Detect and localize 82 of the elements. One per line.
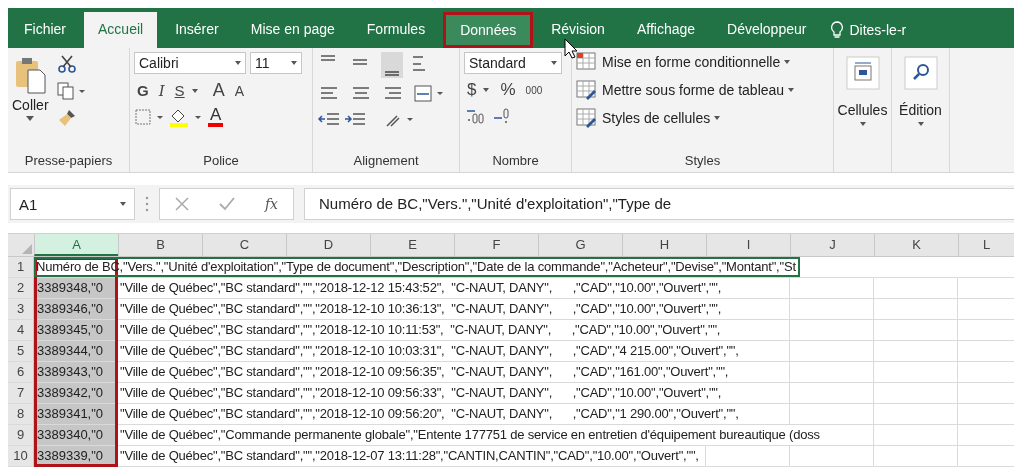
ribbon-tab[interactable]: Fichier: [10, 12, 80, 48]
table-cell: 3389348,"0: [34, 278, 118, 298]
ribbon-tab[interactable]: Mise en page: [236, 12, 349, 48]
shrink-font-button[interactable]: A: [231, 82, 247, 99]
grow-font-button[interactable]: A: [209, 80, 228, 101]
triangle-icon: [22, 244, 32, 254]
column-header[interactable]: E: [370, 234, 454, 256]
table-cell: 3389342,"0: [34, 383, 118, 403]
group-label: Nombre: [491, 152, 540, 170]
group-label: Police: [202, 152, 240, 170]
cells-button[interactable]: Cellules: [834, 48, 892, 172]
checkmark-icon[interactable]: [218, 197, 235, 211]
table-icon: [576, 52, 598, 72]
row-header[interactable]: 9: [8, 425, 34, 445]
table-cell: 3389341,"0: [34, 404, 118, 424]
name-box[interactable]: A1: [10, 188, 135, 220]
row-header[interactable]: 1: [8, 257, 34, 277]
group-label: Styles: [683, 152, 722, 170]
percent-button[interactable]: %: [497, 80, 519, 100]
styles-menu-button[interactable]: Styles de cellules: [576, 108, 829, 128]
ribbon-tab[interactable]: Développeur: [713, 12, 821, 48]
tell-me-search[interactable]: Dites-le-r: [830, 12, 907, 48]
group-label: Presse-papiers: [23, 152, 114, 170]
ribbon-tab[interactable]: Révision: [537, 12, 619, 48]
row-header[interactable]: 4: [8, 320, 34, 340]
scissors-icon[interactable]: [56, 54, 77, 74]
ribbon-tab[interactable]: Insérer: [161, 12, 233, 48]
cells-icon: [845, 56, 880, 90]
clipboard-icon: [13, 56, 48, 94]
currency-button[interactable]: $: [464, 80, 480, 100]
row-header[interactable]: 7: [8, 383, 34, 403]
table-icon: [576, 108, 598, 128]
ribbon-tab[interactable]: Formules: [352, 12, 440, 48]
row-header[interactable]: 2: [8, 278, 34, 298]
column-header[interactable]: G: [538, 234, 622, 256]
row-header[interactable]: 8: [8, 404, 34, 424]
grip-icon: [145, 196, 149, 212]
row-header[interactable]: 10: [8, 446, 34, 466]
thousands-button[interactable]: 000: [522, 84, 546, 96]
editing-button[interactable]: Édition: [892, 48, 950, 172]
row-header[interactable]: 3: [8, 299, 34, 319]
bold-button[interactable]: G: [134, 82, 152, 99]
paste-button[interactable]: Coller: [12, 52, 49, 152]
column-header[interactable]: F: [454, 234, 538, 256]
font-size-field[interactable]: 11: [250, 52, 302, 74]
group-label: Alignement: [352, 152, 420, 170]
column-header[interactable]: B: [118, 234, 202, 256]
ribbon-tab[interactable]: Affichage: [622, 12, 710, 48]
caret-icon: [26, 116, 35, 121]
insert-function-button[interactable]: fx: [264, 196, 278, 212]
underline-button[interactable]: S: [171, 82, 188, 99]
table-cell: 3389344,"0: [34, 341, 118, 361]
styles-menu-button[interactable]: Mettre sous forme de tableau: [576, 80, 829, 100]
font-color-button[interactable]: A: [208, 107, 224, 127]
column-header[interactable]: L: [958, 234, 1014, 256]
fill-color-icon[interactable]: [168, 107, 204, 127]
ribbon-tab[interactable]: Accueil: [84, 12, 158, 48]
column-header[interactable]: C: [202, 234, 286, 256]
ribbon-tab[interactable]: Données: [443, 12, 534, 48]
table-cell: 3389346,"0: [34, 299, 118, 319]
column-header[interactable]: D: [286, 234, 370, 256]
column-header[interactable]: A: [34, 234, 118, 256]
table-cell: 3389343,"0: [34, 362, 118, 382]
column-header[interactable]: K: [874, 234, 958, 256]
formula-field[interactable]: Numéro de BC,"Vers.","Unité d'exploitation","Type de: [304, 188, 1014, 220]
lightbulb-icon: [830, 21, 845, 39]
number-format-field[interactable]: Standard: [464, 52, 562, 74]
row-header[interactable]: 5: [8, 341, 34, 361]
cancel-icon[interactable]: [175, 197, 189, 211]
search-icon: [903, 56, 938, 90]
styles-menu-button[interactable]: Mise en forme conditionnelle: [576, 52, 829, 72]
italic-button[interactable]: I: [155, 81, 168, 100]
table-cell: 3389345,"0: [34, 320, 118, 340]
row-header[interactable]: 6: [8, 362, 34, 382]
copy-icon[interactable]: [56, 82, 85, 100]
borders-icon[interactable]: [134, 108, 164, 126]
font-family-field[interactable]: Calibri: [134, 52, 246, 74]
column-header[interactable]: J: [790, 234, 874, 256]
column-header[interactable]: I: [706, 234, 790, 256]
table-cell: 3389340,"0: [34, 425, 118, 445]
column-header[interactable]: H: [622, 234, 706, 256]
table-icon: [576, 80, 598, 100]
